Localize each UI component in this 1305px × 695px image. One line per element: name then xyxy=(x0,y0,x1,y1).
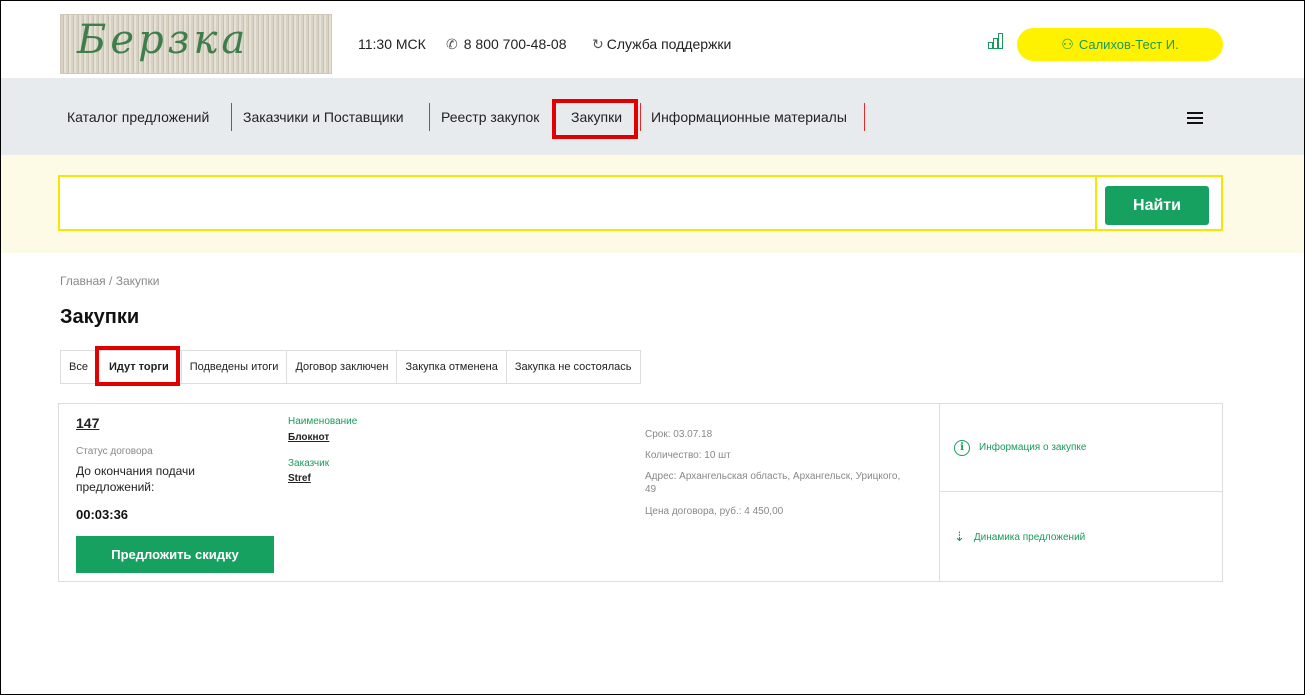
card-actions: i Информация о закупке ⇣ Динамика предло… xyxy=(939,404,1223,581)
nav-separator xyxy=(429,103,430,131)
breadcrumb-home[interactable]: Главная xyxy=(60,274,106,288)
name-value-link[interactable]: Блокнот xyxy=(288,432,329,443)
purchase-card: 147 Статус договора До окончания подачи … xyxy=(58,403,1223,582)
customer-label: Заказчик xyxy=(288,458,330,469)
search-box: Найти xyxy=(58,175,1223,231)
price-text: Цена договора, руб.: 4 450,00 xyxy=(645,506,784,517)
main-nav: Каталог предложений Заказчики и Поставщи… xyxy=(0,78,1305,155)
refresh-icon: ↻ xyxy=(592,36,604,52)
address-text: Адрес: Архангельская область, Архангельс… xyxy=(645,471,901,495)
breadcrumb: Главная / Закупки xyxy=(60,274,159,288)
nav-item-registry[interactable]: Реестр закупок xyxy=(441,109,539,125)
stats-icon[interactable] xyxy=(988,33,1003,49)
status-label: Статус договора xyxy=(76,446,153,457)
tab-cancelled[interactable]: Закупка отменена xyxy=(397,351,507,383)
menu-icon[interactable] xyxy=(1187,112,1203,124)
info-icon: i xyxy=(954,439,970,456)
breadcrumb-current: Закупки xyxy=(115,274,160,288)
logo-text: Берзка xyxy=(77,17,250,63)
tab-contract-signed[interactable]: Договор заключен xyxy=(287,351,398,383)
dynamics-link-label: Динамика предложений xyxy=(973,531,1086,543)
nav-separator xyxy=(864,103,865,131)
phone-number: 8 800 700-48-08 xyxy=(463,36,567,52)
term-text: Срок: 03.07.18 xyxy=(645,429,713,440)
phone-icon: ✆ xyxy=(446,36,458,52)
nav-separator xyxy=(231,103,232,131)
search-section: Найти xyxy=(0,155,1305,253)
header-support[interactable]: ↻ Служба поддержки xyxy=(592,36,731,53)
page-title: Закупки xyxy=(60,306,140,328)
info-link-label: Информация о закупке xyxy=(979,442,1087,453)
nav-highlight-box xyxy=(552,99,638,139)
tab-failed[interactable]: Закупка не состоялась xyxy=(507,351,640,383)
purchase-number[interactable]: 147 xyxy=(76,415,99,431)
search-divider xyxy=(1095,177,1097,229)
support-label: Служба поддержки xyxy=(606,36,732,52)
user-icon: ⚇ xyxy=(1061,36,1074,52)
nav-separator xyxy=(640,103,641,131)
user-profile-button[interactable]: ⚇ Салихов-Тест И. xyxy=(1017,28,1223,61)
countdown-timer: 00:03:36 xyxy=(76,507,129,522)
tab-all[interactable]: Все xyxy=(61,351,97,383)
sort-icon: ⇣ xyxy=(954,529,965,544)
quantity-text: Количество: 10 шт xyxy=(645,450,731,461)
search-input[interactable] xyxy=(64,181,1098,227)
dynamics-link[interactable]: ⇣ Динамика предложений xyxy=(940,493,1223,581)
search-button[interactable]: Найти xyxy=(1105,186,1209,225)
offer-discount-button[interactable]: Предложить скидку xyxy=(76,536,274,573)
tab-results[interactable]: Подведены итоги xyxy=(182,351,288,383)
header-time: 11:30 МСК xyxy=(358,36,426,52)
name-label: Наименование xyxy=(288,416,358,427)
user-name: Салихов-Тест И. xyxy=(1078,37,1179,52)
info-link[interactable]: i Информация о закупке xyxy=(940,404,1223,492)
deadline-text: До окончания подачи предложений: xyxy=(76,464,195,494)
tab-highlight-box xyxy=(95,346,180,386)
nav-item-catalog[interactable]: Каталог предложений xyxy=(67,109,209,125)
customer-value-link[interactable]: Stref xyxy=(288,473,311,484)
header-phone[interactable]: ✆ 8 800 700-48-08 xyxy=(446,36,567,53)
nav-item-info-materials[interactable]: Информационные материалы xyxy=(651,109,847,125)
logo[interactable]: Берзка xyxy=(60,14,332,74)
breadcrumb-separator: / xyxy=(105,274,116,288)
header: Берзка 11:30 МСК ✆ 8 800 700-48-08 ↻ Служб… xyxy=(0,0,1305,78)
nav-item-customers[interactable]: Заказчики и Поставщики xyxy=(243,109,404,125)
